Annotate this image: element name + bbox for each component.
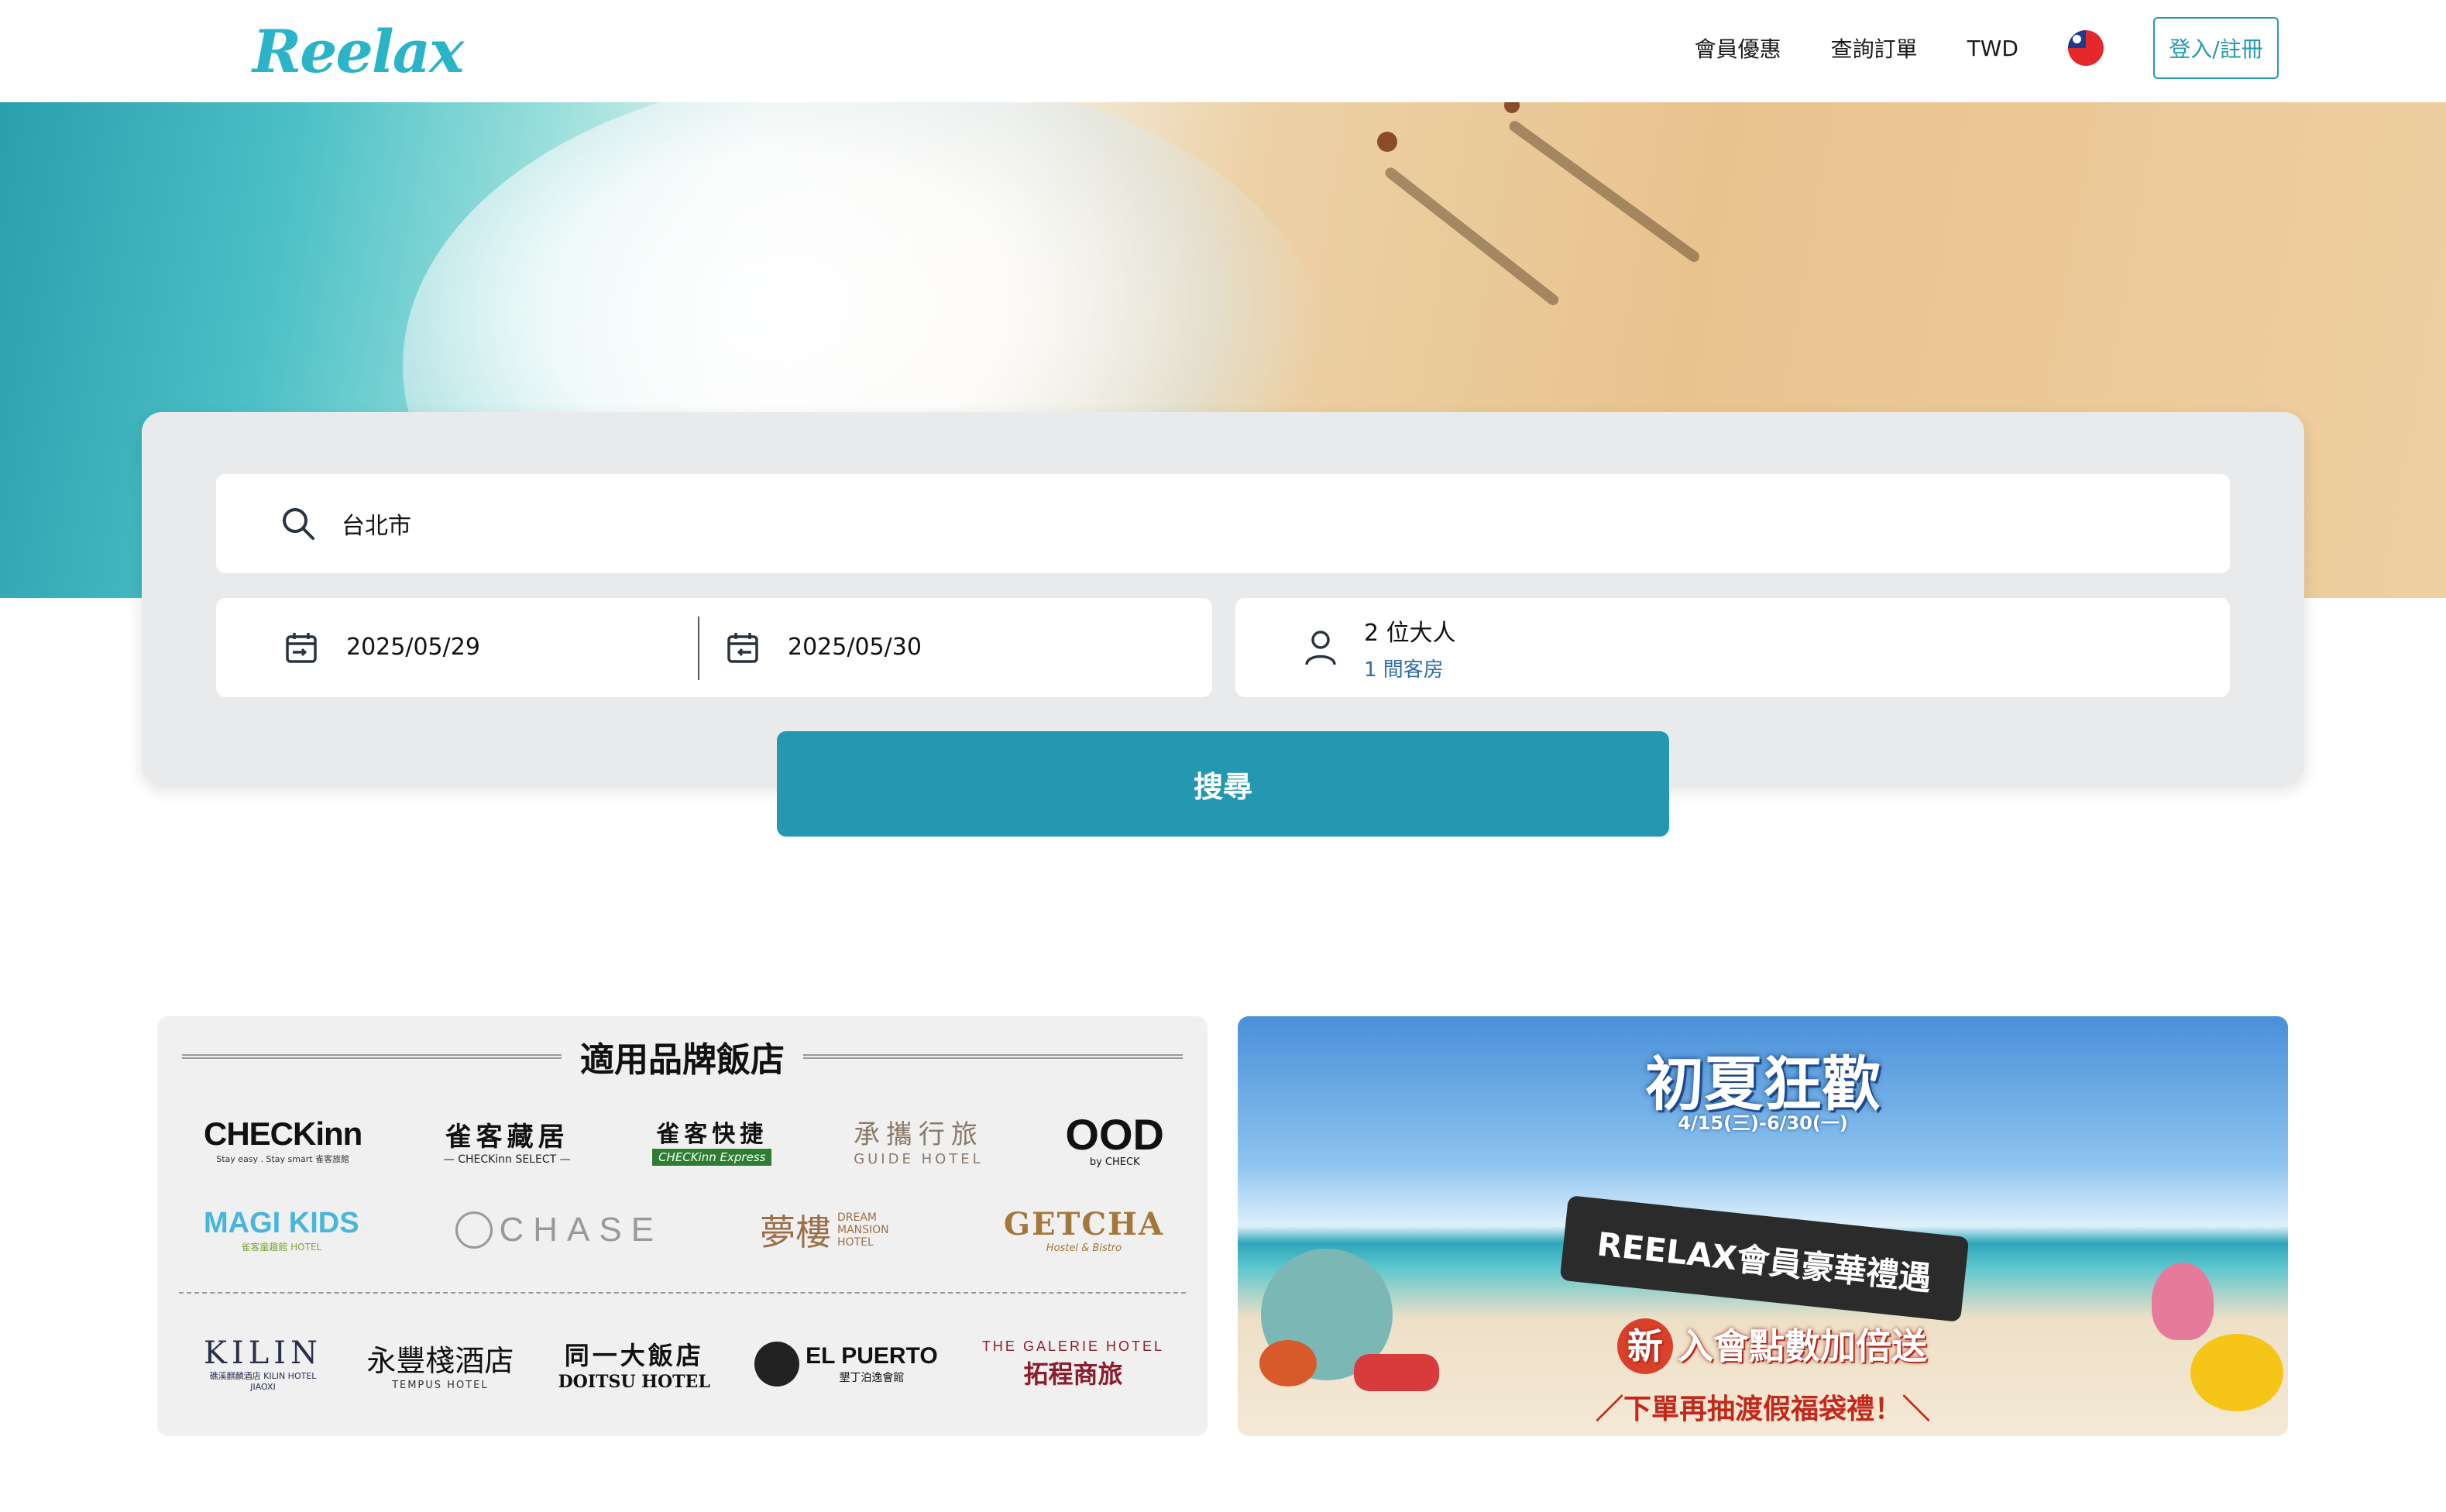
brands-header: 適用品牌飯店 [182, 1033, 1183, 1080]
destination-value[interactable]: 台北市 [342, 507, 411, 541]
title-rule-left [182, 1054, 562, 1059]
brand-checkinn-express-logo[interactable]: 雀客快捷 CHECKinn Express [652, 1115, 772, 1166]
brand-checkinn-logo[interactable]: CHECKinn Stay easy . Stay smart 雀客旅館 [204, 1115, 362, 1165]
currency-selector[interactable]: TWD [1967, 36, 2018, 61]
date-divider [698, 617, 699, 680]
login-register-button[interactable]: 登入/註冊 [2153, 17, 2279, 79]
nav-check-order[interactable]: 查詢訂單 [1831, 33, 1918, 64]
top-header: Reelax 會員優惠 查詢訂單 TWD 登入/註冊 [0, 0, 2446, 102]
guests-field[interactable]: 2 位大人 1 間客房 [1235, 598, 2230, 697]
hot-air-balloon-icon [2152, 1263, 2214, 1340]
search-icon [280, 505, 317, 542]
promo-date: 4/15(三)-6/30(一) [1678, 1112, 1848, 1134]
brand-the-galerie-logo[interactable]: THE GALERIE HOTEL 拓程商旅 [982, 1338, 1164, 1390]
partner-brands-panel: 適用品牌飯店 CHECKinn Stay easy . Stay smart 雀… [157, 1016, 1208, 1436]
car-icon [1354, 1354, 1439, 1391]
chase-emblem-icon [455, 1211, 493, 1249]
person-shadow [1506, 119, 1702, 264]
brand-checkinn-select-logo[interactable]: 雀客藏居 — CHECKinn SELECT — [444, 1115, 571, 1166]
brand-ood-logo[interactable]: OOD by CHECK [1065, 1112, 1164, 1168]
user-icon [1302, 629, 1339, 666]
brand-divider [179, 1292, 1186, 1294]
brands-title: 適用品牌飯店 [580, 1040, 785, 1080]
brand-chase-logo[interactable]: CHASE [455, 1211, 663, 1249]
search-button[interactable]: 搜尋 [777, 731, 1669, 837]
checkin-date[interactable]: 2025/05/29 [346, 634, 480, 661]
brand-row-3: KILIN 礁溪麒麟酒店 KILIN HOTEL JIAOXI 永豐棧酒店 TE… [204, 1314, 1164, 1414]
brand-row-2: MAGI KIDS 雀客童趣館 HOTEL CHASE 夢樓 DREAM MAN… [204, 1199, 1164, 1261]
destination-field[interactable]: 台北市 [216, 474, 2230, 573]
date-range-field[interactable]: 2025/05/29 2025/05/30 [216, 598, 1212, 697]
person-shadow [1383, 165, 1561, 308]
promo-new-member: 新入會點數加倍送 [1617, 1318, 1927, 1374]
page: Reelax 會員優惠 查詢訂單 TWD 登入/註冊 台北市 2025/05/2 [0, 0, 2446, 1512]
brand-el-puerto-logo[interactable]: EL PUERTO 墾丁泊逸會館 [754, 1342, 938, 1387]
guests-summary: 2 位大人 1 間客房 [1364, 613, 1456, 682]
brand-tempus-hotel-logo[interactable]: 永豐棧酒店 TEMPUS HOTEL [366, 1337, 514, 1391]
brand-row-1: CHECKinn Stay easy . Stay smart 雀客旅館 雀客藏… [204, 1109, 1164, 1171]
promo-ribbon: REELAX會員豪華禮遇 [1559, 1195, 1970, 1322]
new-badge: 新 [1617, 1318, 1673, 1374]
beach-person [1504, 102, 1520, 113]
promo-new-text: 入會點數加倍送 [1678, 1325, 1927, 1367]
main-nav: 會員優惠 查詢訂單 TWD 登入/註冊 [1695, 17, 2279, 79]
adults-count: 2 位大人 [1364, 619, 1456, 647]
rooms-count: 1 間客房 [1364, 658, 1444, 682]
brand-getcha-logo[interactable]: GETCHA Hostel & Bistro [1004, 1206, 1164, 1254]
reelax-logo[interactable]: Reelax [253, 17, 464, 86]
brand-guide-hotel-logo[interactable]: 承攜行旅 GUIDE HOTEL [854, 1113, 984, 1167]
search-panel: 台北市 2025/05/29 2025/05/30 2 位大人 1 間客房 [142, 412, 2304, 784]
promo-bottom-text: ／下單再抽渡假福袋禮！＼ [1595, 1393, 1930, 1425]
language-flag-icon[interactable] [2068, 30, 2104, 66]
promo-banner[interactable]: 初夏狂歡 4/15(三)-6/30(一) REELAX會員豪華禮遇 新入會點數加… [1238, 1016, 2288, 1436]
beach-person [1377, 132, 1397, 152]
brand-dream-mansion-logo[interactable]: 夢樓 DREAM MANSION HOTEL [760, 1204, 907, 1256]
nav-member-offers[interactable]: 會員優惠 [1695, 33, 1781, 64]
checkout-date[interactable]: 2025/05/30 [788, 634, 922, 661]
el-puerto-emblem-icon [754, 1342, 800, 1387]
decor-blob [1259, 1340, 1317, 1387]
brand-doitsu-hotel-logo[interactable]: 同一大飯店 DOITSU HOTEL [558, 1336, 710, 1392]
brand-magi-kids-logo[interactable]: MAGI KIDS 雀客童趣館 HOTEL [204, 1207, 359, 1253]
brand-kilin-hotel-logo[interactable]: KILIN 礁溪麒麟酒店 KILIN HOTEL JIAOXI [204, 1335, 322, 1393]
calendar-checkout-icon [724, 629, 761, 666]
calendar-checkin-icon [283, 629, 320, 666]
title-rule-right [803, 1054, 1183, 1059]
